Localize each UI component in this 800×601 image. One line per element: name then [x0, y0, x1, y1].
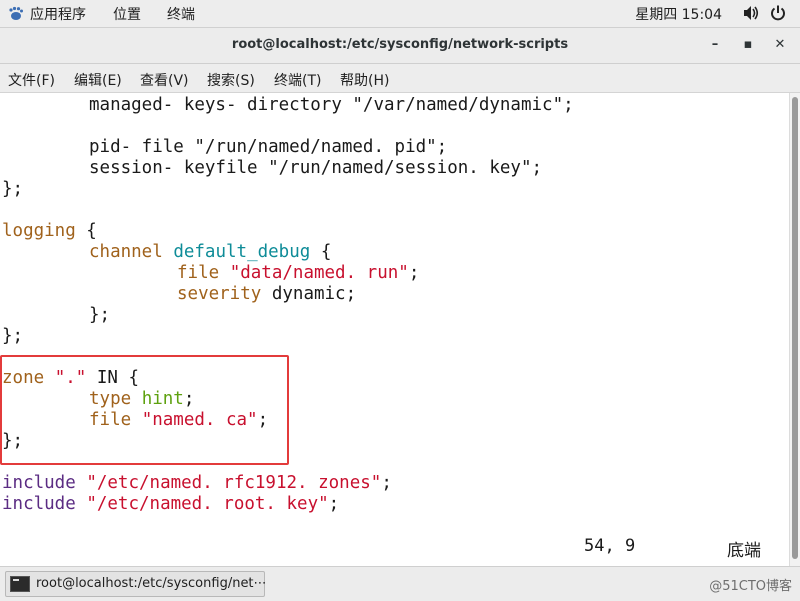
menu-view[interactable]: 查看(V) — [140, 70, 189, 90]
applications-menu[interactable]: 应用程序 — [8, 4, 86, 24]
power-icon[interactable] — [770, 4, 786, 26]
code-line: logging { — [2, 221, 97, 242]
window-title: root@localhost:/etc/sysconfig/network-sc… — [231, 37, 569, 52]
menu-search[interactable]: 搜索(S) — [207, 70, 255, 90]
brace: { — [310, 242, 332, 262]
code-line: file "data/named. run"; — [177, 263, 419, 284]
maximize-button[interactable]: ▪ — [736, 34, 760, 56]
severity-keyword: severity — [177, 284, 262, 304]
code-line: include "/etc/named. root. key"; — [2, 494, 339, 515]
vertical-scrollbar[interactable] — [789, 93, 800, 566]
top-bar: 应用程序 位置 终端 星期四 15:04 — [0, 0, 800, 28]
menu-file[interactable]: 文件(F) — [8, 70, 55, 90]
places-menu[interactable]: 位置 — [113, 4, 141, 24]
code-line: }; — [2, 326, 24, 346]
minimize-button[interactable]: – — [703, 34, 727, 56]
code-line: }; — [2, 179, 24, 199]
semicolon: ; — [408, 263, 420, 283]
logging-keyword: logging — [2, 221, 76, 241]
code-line: managed- keys- directory "/var/named/dyn… — [89, 95, 574, 115]
taskbar-window-item[interactable]: root@localhost:/etc/sysconfig/net⋯ — [5, 571, 267, 597]
scrollbar-thumb[interactable] — [792, 97, 798, 559]
include-path: "/etc/named. root. key" — [86, 494, 329, 514]
menu-edit[interactable]: 编辑(E) — [74, 70, 122, 90]
applications-label: 应用程序 — [30, 7, 86, 23]
include-keyword: include — [2, 473, 76, 493]
file-value: "data/named. run" — [229, 263, 409, 283]
window-titlebar: root@localhost:/etc/sysconfig/network-sc… — [0, 28, 800, 64]
code-line: session- keyfile "/run/named/session. ke… — [89, 158, 543, 178]
close-button[interactable]: ✕ — [768, 34, 792, 56]
include-path: "/etc/named. rfc1912. zones" — [86, 473, 382, 493]
scroll-position-label: 底端 — [727, 541, 761, 561]
terminal-view[interactable]: managed- keys- directory "/var/named/dyn… — [0, 93, 788, 566]
taskbar-window-label: root@localhost:/etc/sysconfig/net⋯ — [36, 576, 267, 591]
include-keyword: include — [2, 494, 76, 514]
severity-value: dynamic; — [261, 284, 357, 304]
code-line: pid- file "/run/named/named. pid"; — [89, 137, 448, 157]
terminal-icon — [10, 576, 30, 592]
menu-bar: 文件(F) 编辑(E) 查看(V) 搜索(S) 终端(T) 帮助(H) — [0, 64, 800, 93]
channel-name: default_debug — [173, 242, 311, 262]
volume-icon[interactable] — [742, 4, 760, 26]
terminal-app-menu[interactable]: 终端 — [167, 4, 195, 24]
semicolon: ; — [381, 473, 392, 493]
highlight-box — [0, 355, 289, 465]
menu-help[interactable]: 帮助(H) — [340, 70, 389, 90]
code-line: include "/etc/named. rfc1912. zones"; — [2, 473, 392, 494]
brace: { — [75, 221, 97, 241]
code-line: severity dynamic; — [177, 284, 356, 305]
channel-keyword: channel — [89, 242, 163, 262]
gnome-foot-icon — [8, 6, 24, 22]
semicolon: ; — [328, 494, 340, 514]
watermark: @51CTO博客 — [709, 579, 792, 594]
file-keyword: file — [177, 263, 220, 283]
code-line: }; — [89, 305, 111, 325]
clock[interactable]: 星期四 15:04 — [635, 4, 722, 24]
cursor-position: 54, 9 — [584, 536, 636, 556]
code-line: channel default_debug { — [89, 242, 331, 263]
menu-terminal[interactable]: 终端(T) — [274, 70, 321, 90]
taskbar: root@localhost:/etc/sysconfig/net⋯ @51CT… — [0, 566, 800, 601]
